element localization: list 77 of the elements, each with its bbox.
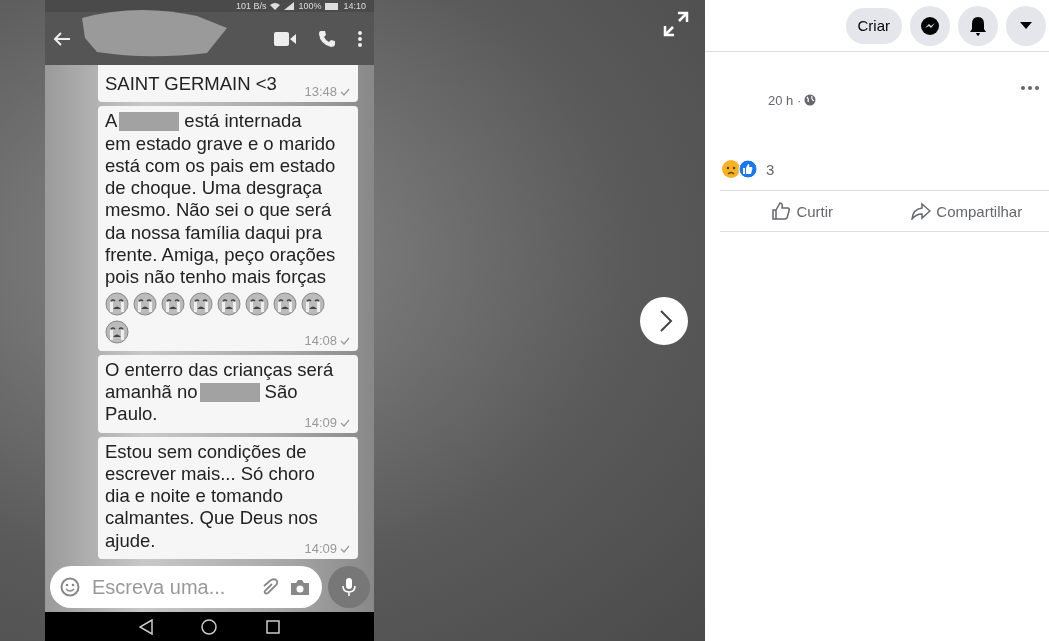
wifi-icon xyxy=(270,2,281,10)
message-text: O enterro das crianças será xyxy=(105,358,334,381)
message-time: 14:08 xyxy=(304,333,337,348)
caret-down-icon xyxy=(1020,21,1032,30)
message-text: pois não tenho mais forças xyxy=(105,266,327,289)
like-button[interactable]: Curtir xyxy=(720,191,885,231)
more-vertical-icon[interactable] xyxy=(358,30,362,47)
phone-icon[interactable] xyxy=(318,29,336,48)
crying-face-icon xyxy=(301,291,325,316)
message-text: em estado grave e o marido xyxy=(105,132,336,155)
more-options-icon[interactable] xyxy=(1021,86,1039,90)
battery-level: 100% xyxy=(298,1,322,11)
share-button[interactable]: Compartilhar xyxy=(884,191,1049,231)
video-call-icon[interactable] xyxy=(274,31,296,46)
chevron-right-icon xyxy=(658,309,673,333)
crying-face-icon xyxy=(161,291,185,316)
signal-icon xyxy=(284,2,295,10)
message-text: está internada xyxy=(184,110,302,133)
crying-face-icon xyxy=(189,291,213,316)
message-time: 14:09 xyxy=(304,542,337,557)
messenger-button[interactable] xyxy=(910,5,950,46)
message-time: 14:09 xyxy=(304,415,337,430)
camera-icon[interactable] xyxy=(290,578,310,596)
share-arrow-icon xyxy=(911,202,932,220)
back-arrow-icon[interactable] xyxy=(53,30,71,47)
message-text: está com os pais em estado xyxy=(105,154,336,178)
message-text: de choque. Uma desgraça xyxy=(105,177,322,200)
check-icon xyxy=(340,88,350,97)
clock: 14:10 xyxy=(343,1,366,11)
chat-bubble-icon xyxy=(920,15,940,36)
message-text: ajude. xyxy=(105,529,156,553)
crying-face-icon xyxy=(217,291,241,316)
globe-icon xyxy=(804,94,817,106)
check-icon xyxy=(340,545,350,554)
notifications-button[interactable] xyxy=(958,5,998,46)
check-icon xyxy=(340,336,350,345)
next-photo-button[interactable] xyxy=(640,297,688,345)
message-time: 13:48 xyxy=(304,85,337,100)
crying-face-icon xyxy=(105,291,129,316)
recents-nav-icon[interactable] xyxy=(265,619,280,634)
crying-face-icon xyxy=(245,291,269,316)
message-text: escrever mais... Só choro xyxy=(105,462,315,486)
expand-icon[interactable] xyxy=(663,11,689,37)
message-text: Paulo. xyxy=(105,403,158,426)
check-icon xyxy=(340,418,350,427)
message-text: São xyxy=(264,380,298,404)
like-reaction-icon xyxy=(738,159,758,179)
smiley-icon[interactable] xyxy=(60,577,80,597)
message-text: mesmo. Não sei o que será xyxy=(105,199,332,222)
microphone-icon xyxy=(342,577,356,597)
message-text: frente. Amiga, peço orações xyxy=(105,244,336,267)
message-text: amanhã no xyxy=(105,380,198,404)
back-nav-icon[interactable] xyxy=(139,618,154,635)
message-field[interactable]: Escreva uma... xyxy=(50,566,322,608)
thumbs-up-icon xyxy=(771,201,792,221)
redaction-mark xyxy=(199,382,260,402)
battery-icon xyxy=(325,2,340,10)
microphone-button[interactable] xyxy=(328,566,370,608)
message-text: Estou sem condições de xyxy=(105,440,307,463)
post-time[interactable]: 20 h · xyxy=(768,92,802,108)
crying-face-icon xyxy=(133,291,157,316)
account-menu-button[interactable] xyxy=(1006,5,1046,46)
sad-reaction-icon xyxy=(721,159,741,179)
bell-icon xyxy=(969,15,987,36)
network-speed: 101 B/s xyxy=(235,1,267,11)
message-text: calmantes. Que Deus nos xyxy=(105,507,318,530)
crying-face-icon xyxy=(273,291,297,316)
home-nav-icon[interactable] xyxy=(201,618,218,635)
message-input[interactable]: Escreva uma... xyxy=(90,574,250,600)
redaction-mark xyxy=(119,111,180,131)
message-text: A xyxy=(105,110,118,133)
message-text: da nossa família daqui pra xyxy=(105,221,322,245)
create-button[interactable]: Criar xyxy=(845,7,902,44)
reaction-count[interactable]: 3 xyxy=(766,160,775,178)
crying-face-icon xyxy=(105,319,129,344)
message-text: dia e noite e tomando xyxy=(105,485,283,508)
message-text: SAINT GERMAIN <3 xyxy=(105,73,277,96)
